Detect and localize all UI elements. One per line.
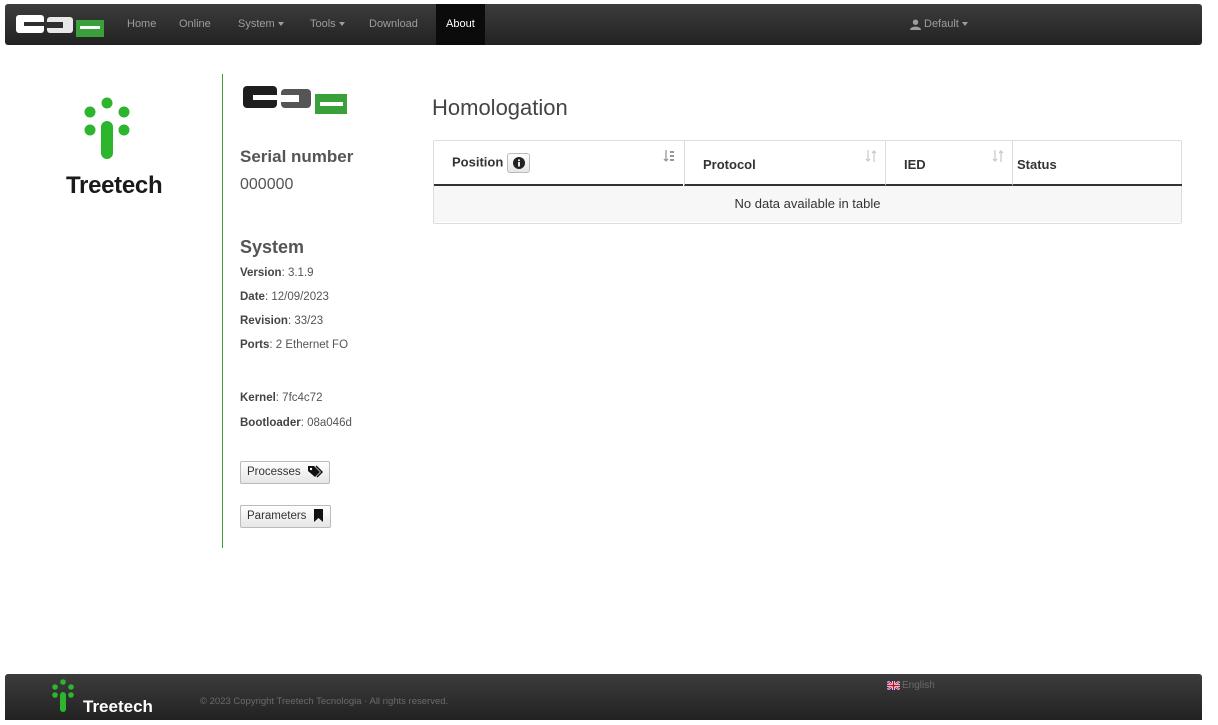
language-selector[interactable]: English xyxy=(886,680,935,691)
sort-icon xyxy=(992,150,1004,162)
revision-row: Revision: 33/23 xyxy=(240,315,323,327)
tags-icon xyxy=(307,465,323,478)
homologation-table: Position Protocol IED Status No data ava… xyxy=(433,140,1182,224)
ports-label: Ports xyxy=(240,339,270,351)
caret-down-icon xyxy=(338,22,345,27)
version-value: : 3.1.9 xyxy=(281,267,314,279)
processes-button[interactable]: Processes xyxy=(240,461,330,484)
column-label-protocol: Protocol xyxy=(703,157,756,172)
sort-ascending-icon xyxy=(663,150,674,162)
top-navbar: Home Online System Tools Download About … xyxy=(5,4,1202,45)
uk-flag-icon xyxy=(886,680,901,691)
column-label-position: Position xyxy=(452,154,504,170)
revision-value: : 33/23 xyxy=(287,315,324,327)
bootloader-label: Bootloader xyxy=(240,417,301,429)
info-sign-icon xyxy=(512,157,525,169)
serial-number-heading: Serial number xyxy=(240,147,354,166)
user-icon xyxy=(910,19,921,30)
kernel-row: Kernel: 7fc4c72 xyxy=(240,392,322,404)
column-label-ied: IED xyxy=(904,157,926,172)
footer-treetech-logo: Treetech xyxy=(45,676,155,720)
column-header-status[interactable]: Status xyxy=(1012,141,1182,186)
column-header-ied[interactable]: IED xyxy=(885,141,1012,186)
bootloader-value: : 08a046d xyxy=(300,417,352,429)
sdg-product-logo xyxy=(243,86,347,114)
column-label-status: Status xyxy=(1017,157,1057,172)
nav-tools[interactable]: Tools xyxy=(310,4,345,45)
treetech-wordmark: Treetech xyxy=(66,172,163,199)
copyright-text: © 2023 Copyright Treetech Tecnologia · A… xyxy=(200,696,449,707)
bookmark-icon xyxy=(313,509,323,523)
revision-label: Revision xyxy=(240,315,288,327)
nav-tools-label: Tools xyxy=(310,18,336,30)
system-heading: System xyxy=(240,237,305,257)
device-info-panel: Serial number 000000 System Version: 3.1… xyxy=(222,74,403,548)
page-footer: Treetech © 2023 Copyright Treetech Tecno… xyxy=(5,674,1202,720)
nav-about[interactable]: About xyxy=(436,4,485,45)
treetech-tree-icon xyxy=(84,97,130,159)
processes-label: Processes xyxy=(247,466,301,478)
kernel-label: Kernel xyxy=(240,392,276,404)
caret-down-icon xyxy=(277,22,284,27)
column-header-position[interactable]: Position xyxy=(434,141,683,186)
nav-online[interactable]: Online xyxy=(179,4,211,45)
nav-system[interactable]: System xyxy=(238,4,284,45)
treetech-logo: Treetech xyxy=(60,90,170,200)
nav-home[interactable]: Home xyxy=(127,4,156,45)
date-row: Date: 12/09/2023 xyxy=(240,291,329,303)
version-label: Version xyxy=(240,267,282,279)
parameters-label: Parameters xyxy=(247,510,307,522)
nav-download[interactable]: Download xyxy=(369,4,418,45)
serial-number-value: 000000 xyxy=(240,176,294,193)
info-button[interactable] xyxy=(507,153,531,173)
language-label: English xyxy=(902,680,935,691)
parameters-button[interactable]: Parameters xyxy=(240,505,331,528)
ports-value: : 2 Ethernet FO xyxy=(269,339,349,351)
user-name: Default xyxy=(924,18,959,30)
sort-icon xyxy=(865,150,877,162)
sdg-brand-logo[interactable] xyxy=(16,12,111,38)
nav-system-label: System xyxy=(238,18,275,30)
homologation-title: Homologation xyxy=(432,95,568,120)
user-menu[interactable]: Default xyxy=(910,4,968,45)
kernel-value: : 7fc4c72 xyxy=(275,392,323,404)
footer-tree-icon xyxy=(52,679,74,712)
date-value: : 12/09/2023 xyxy=(264,291,329,303)
table-empty-message: No data available in table xyxy=(434,186,1181,222)
ports-row: Ports: 2 Ethernet FO xyxy=(240,339,348,351)
column-header-protocol[interactable]: Protocol xyxy=(684,141,885,186)
bootloader-row: Bootloader: 08a046d xyxy=(240,417,352,429)
date-label: Date xyxy=(240,291,265,303)
caret-down-icon xyxy=(961,22,968,27)
version-row: Version: 3.1.9 xyxy=(240,267,314,279)
footer-wordmark: Treetech xyxy=(83,697,153,716)
